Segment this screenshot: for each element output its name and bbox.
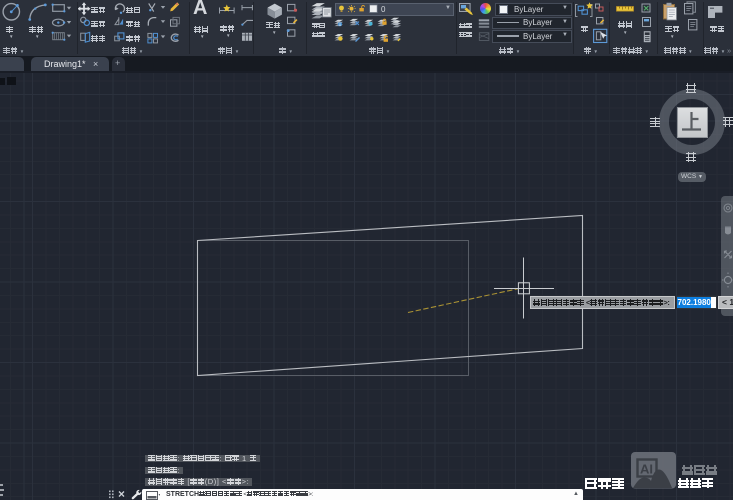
svg-text:AI: AI <box>640 462 653 477</box>
